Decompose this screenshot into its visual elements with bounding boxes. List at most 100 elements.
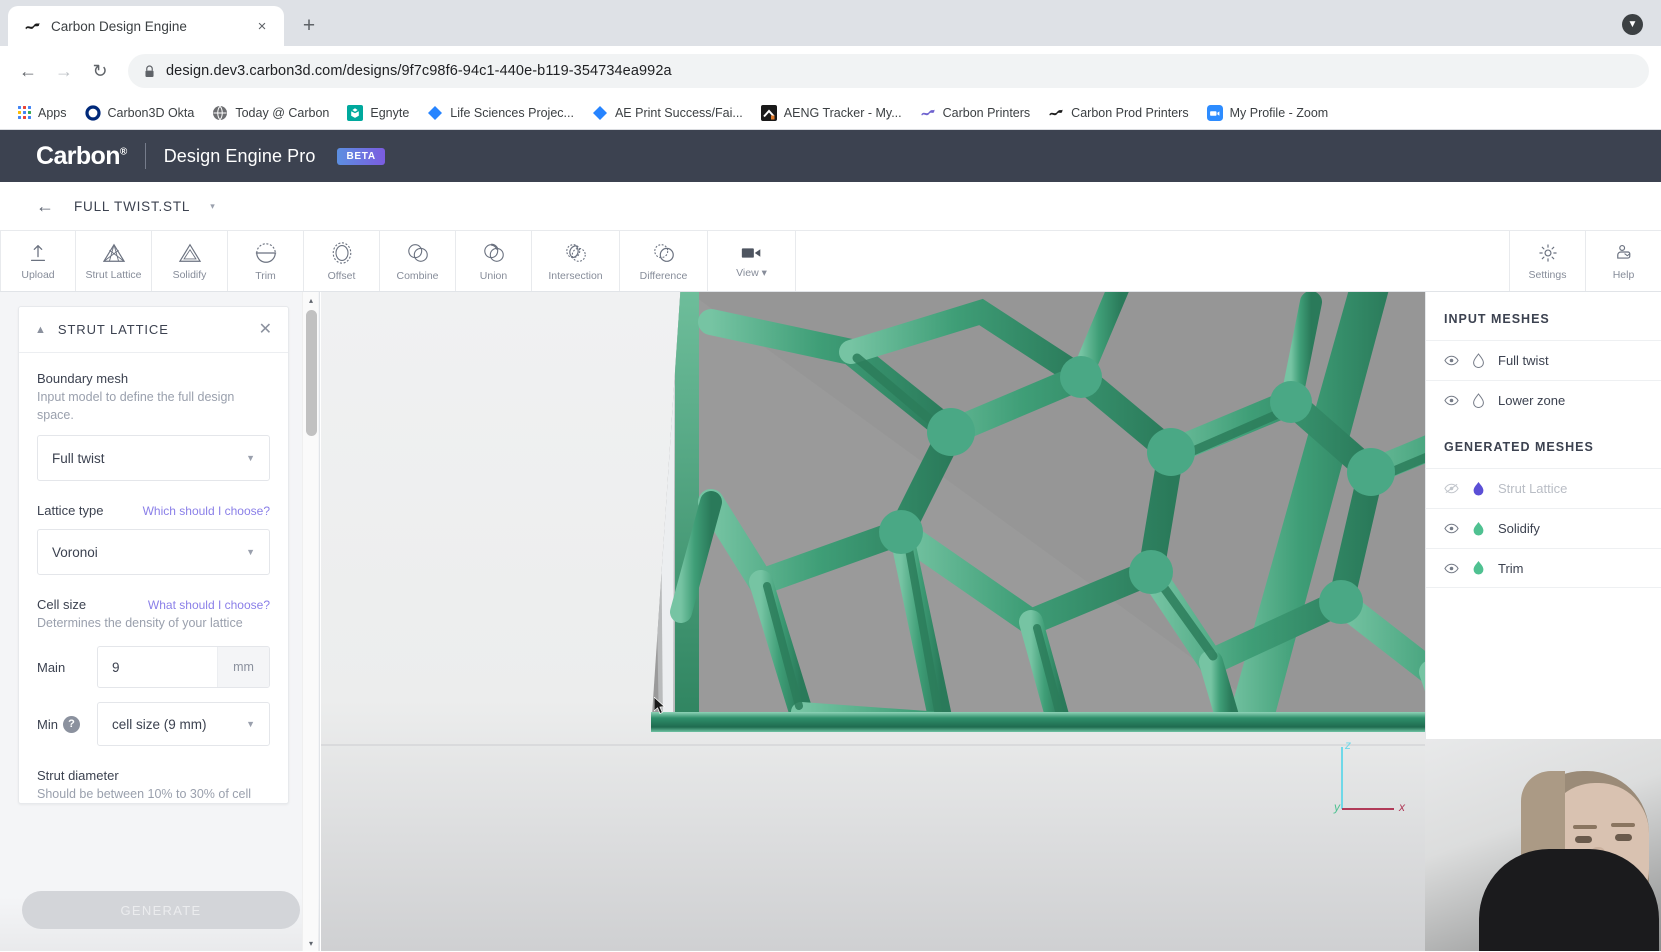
header-divider — [144, 143, 146, 169]
intersection-icon — [565, 243, 586, 262]
tool-combine[interactable]: Combine — [380, 231, 456, 291]
cell-size-help-link[interactable]: What should I choose? — [148, 598, 270, 612]
close-icon[interactable]: × — [252, 16, 272, 36]
url-text: design.dev3.carbon3d.com/designs/9f7c98f… — [166, 63, 672, 79]
webcam-brow-left — [1573, 825, 1597, 829]
tool-label: Help — [1612, 268, 1635, 281]
document-bar: ← FULL TWIST.STL ▾ — [0, 182, 1661, 230]
bookmark-carbon3d-okta[interactable]: Carbon3D Okta — [77, 101, 203, 125]
browser-tab[interactable]: Carbon Design Engine × — [8, 6, 284, 46]
eye-icon[interactable] — [1444, 395, 1459, 406]
tool-solidify[interactable]: Solidify — [152, 231, 228, 291]
scroll-up-arrow[interactable]: ▴ — [303, 292, 319, 308]
download-icon[interactable]: ▼ — [1622, 14, 1643, 35]
bookmark-carbon-prod-printers[interactable]: Carbon Prod Printers — [1040, 101, 1196, 125]
chevron-down-icon[interactable]: ▾ — [210, 201, 215, 212]
tool-label: Settings — [1528, 268, 1567, 281]
tool-label: Combine — [396, 269, 439, 282]
tool-settings[interactable]: Settings — [1509, 231, 1585, 291]
confluence-icon — [760, 104, 777, 121]
chevron-down-icon: ▼ — [246, 719, 255, 730]
bookmark-my-profile-zoom[interactable]: My Profile - Zoom — [1199, 101, 1337, 125]
cell-size-min-value: cell size (9 mm) — [112, 716, 207, 732]
address-bar[interactable]: design.dev3.carbon3d.com/designs/9f7c98f… — [128, 54, 1649, 88]
tool-trim[interactable]: Trim — [228, 231, 304, 291]
tool-help[interactable]: Help — [1585, 231, 1661, 291]
chevron-up-icon[interactable]: ▲ — [35, 324, 46, 336]
tool-upload[interactable]: Upload — [0, 231, 76, 291]
bookmark-apps[interactable]: Apps — [10, 102, 75, 124]
new-tab-button[interactable]: + — [294, 11, 324, 41]
webcam-eye-right — [1615, 834, 1632, 841]
lattice-type-help-link[interactable]: Which should I choose? — [143, 504, 270, 518]
cell-size-help: Determines the density of your lattice — [37, 616, 243, 631]
webcam-overlay — [1425, 739, 1661, 951]
tool-strut-lattice[interactable]: Strut Lattice — [76, 231, 152, 291]
tool-union[interactable]: Union — [456, 231, 532, 291]
bookmark-today-at-carbon[interactable]: Today @ Carbon — [204, 101, 337, 125]
3d-viewport[interactable]: z x y — [321, 292, 1425, 951]
eye-icon[interactable] — [1444, 523, 1459, 534]
tool-difference[interactable]: Difference — [620, 231, 708, 291]
beta-badge: BETA — [337, 147, 385, 165]
bookmark-label: Egnyte — [370, 105, 410, 120]
mesh-row-lower-zone[interactable]: Lower zone — [1426, 380, 1661, 420]
bookmark-life-sciences[interactable]: Life Sciences Projec... — [419, 101, 582, 125]
tool-intersection[interactable]: Intersection — [532, 231, 620, 291]
cell-size-main-value: 9 — [112, 659, 120, 675]
back-button[interactable]: ← — [12, 55, 44, 87]
bookmark-label: Apps — [38, 105, 67, 120]
tool-label: Intersection — [548, 269, 603, 282]
scroll-down-arrow[interactable]: ▾ — [303, 935, 319, 951]
mesh-label: Full twist — [1498, 353, 1549, 368]
axis-x-line — [1342, 808, 1394, 810]
panel-scrollbar[interactable]: ▴ ▾ — [302, 292, 318, 951]
app-header: Carbon® Design Engine Pro BETA — [0, 130, 1661, 182]
webcam-eye-left — [1575, 836, 1592, 843]
lattice-type-value: Voronoi — [52, 544, 98, 560]
back-arrow-icon[interactable]: ← — [36, 196, 54, 217]
drop-filled-icon — [1473, 481, 1484, 495]
axis-x-label: x — [1399, 800, 1405, 814]
eye-icon[interactable] — [1444, 563, 1459, 574]
help-person-icon — [1616, 244, 1630, 259]
cell-size-main-input[interactable]: 9 mm — [97, 646, 270, 689]
question-mark-icon[interactable]: ? — [62, 715, 80, 733]
upload-icon — [30, 244, 46, 261]
bookmark-aeng-tracker[interactable]: AENG Tracker - My... — [753, 101, 910, 125]
carbon-wordmark: Carbon® — [36, 141, 127, 170]
strut-lattice-header[interactable]: ▲ STRUT LATTICE ✕ — [19, 307, 288, 353]
lattice-type-select[interactable]: Voronoi ▼ — [37, 529, 270, 576]
webcam-brow-right — [1611, 823, 1635, 827]
tool-offset[interactable]: Offset — [304, 231, 380, 291]
mesh-row-full-twist[interactable]: Full twist — [1426, 340, 1661, 380]
bookmark-egnyte[interactable]: Egnyte — [339, 101, 417, 125]
mesh-row-trim[interactable]: Trim — [1426, 548, 1661, 588]
chevron-down-icon: ▼ — [246, 547, 255, 558]
boundary-mesh-select[interactable]: Full twist ▼ — [37, 435, 270, 482]
tool-view[interactable]: View ▾ — [708, 231, 796, 291]
product-name: Design Engine Pro — [163, 145, 316, 166]
bookmark-carbon-printers[interactable]: Carbon Printers — [912, 101, 1039, 125]
close-icon[interactable]: ✕ — [259, 321, 272, 338]
drop-outline-icon — [1473, 352, 1484, 368]
bookmark-ae-print-success[interactable]: AE Print Success/Fai... — [584, 101, 751, 125]
lattice-type-field: Lattice type Which should I choose? Voro… — [37, 503, 270, 576]
bookmark-label: AENG Tracker - My... — [783, 105, 902, 120]
cell-size-min-select[interactable]: cell size (9 mm) ▼ — [97, 702, 270, 747]
reload-button[interactable]: ↻ — [84, 55, 116, 87]
operations-toolbar: Upload Strut Lattice Solidify Trim Offse… — [0, 230, 1661, 292]
eye-off-icon[interactable] — [1444, 483, 1459, 494]
model-base-plate — [651, 712, 1425, 732]
mesh-row-strut-lattice[interactable]: Strut Lattice — [1426, 468, 1661, 508]
bookmark-label: Carbon3D Okta — [107, 105, 195, 120]
forward-button[interactable]: → — [48, 55, 80, 87]
mesh-row-solidify[interactable]: Solidify — [1426, 508, 1661, 548]
view-camera-icon — [741, 247, 760, 258]
eye-icon[interactable] — [1444, 355, 1459, 366]
combine-icon — [407, 243, 428, 262]
scrollbar-thumb[interactable] — [305, 310, 317, 436]
workspace: z x y ▲ STRUT LATTICE ✕ Boundary mesh In… — [0, 292, 1661, 951]
generate-button[interactable]: GENERATE — [22, 891, 300, 929]
